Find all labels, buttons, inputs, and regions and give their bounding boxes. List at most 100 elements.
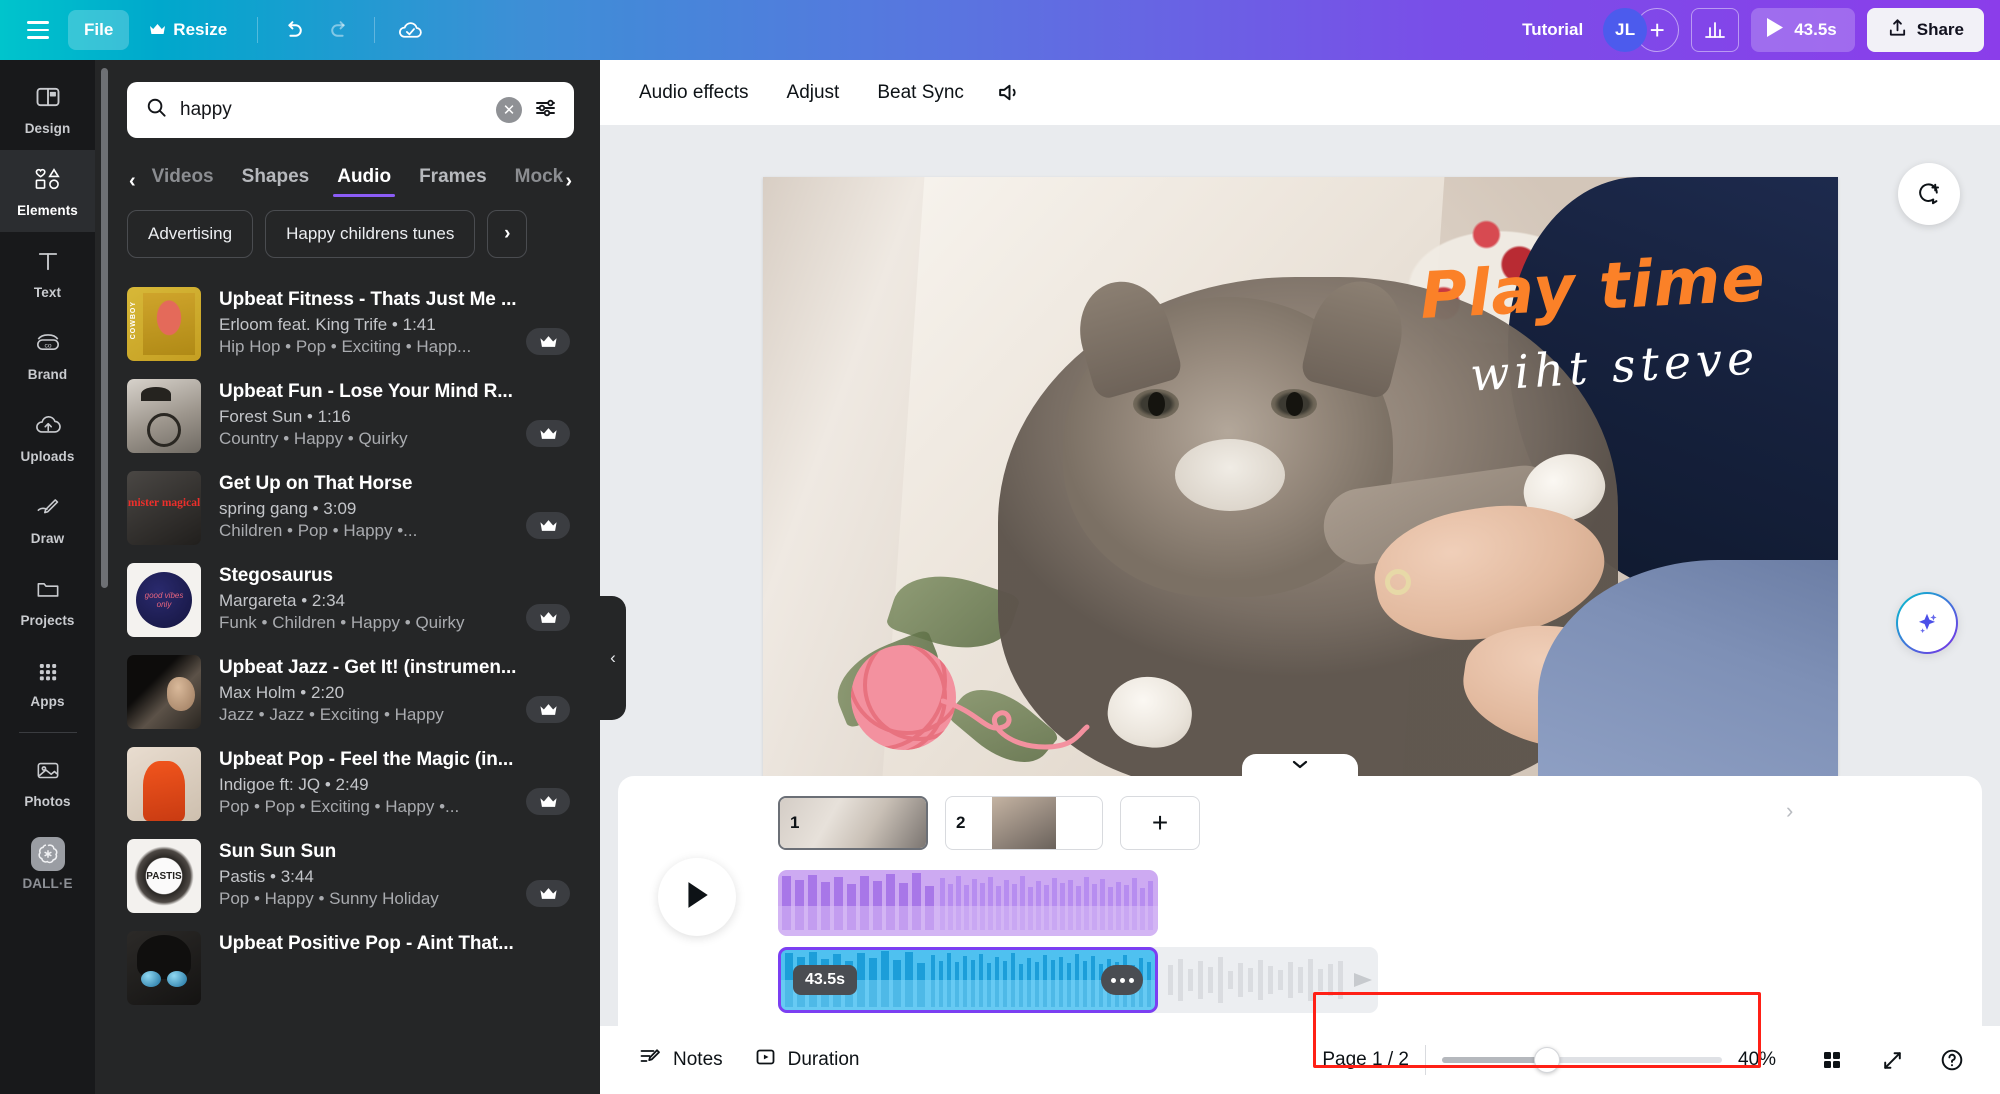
duration-label: Duration [787,1049,860,1070]
sidebar-item-text[interactable]: Text [0,232,95,314]
selected-audio-clip[interactable]: 43.5s [778,947,1158,1013]
hamburger-icon[interactable] [16,8,60,52]
sidebar-item-dalle[interactable]: DALL·E [0,823,95,905]
zoom-slider-knob[interactable] [1534,1047,1560,1073]
cloud-saved-icon[interactable] [389,9,431,51]
chip-happy-childrens-tunes[interactable]: Happy childrens tunes [265,210,476,258]
magic-sparkle-icon[interactable] [1896,592,1958,654]
fullscreen-icon[interactable] [1870,1038,1914,1082]
list-item[interactable]: good vibes only Stegosaurus Margareta • … [127,554,574,646]
track-tags: Pop • Happy • Sunny Holiday [219,889,439,908]
sidebar-item-label: Photos [24,793,71,809]
share-button[interactable]: Share [1866,8,1984,52]
file-menu-button[interactable]: File [68,10,130,50]
close-icon[interactable]: ✕ [496,97,522,123]
tab-shapes[interactable]: Shapes [228,160,324,202]
add-page-button[interactable]: + [1120,796,1200,850]
play-icon [1765,17,1784,43]
track-duration: 1:16 [317,407,351,426]
photo-ring [1384,569,1411,595]
chevron-right-icon[interactable]: › [563,170,574,193]
video-waveform-track[interactable] [778,870,1158,936]
timeline-play-button[interactable] [658,858,736,936]
chevron-left-icon[interactable]: ‹ [127,170,138,193]
upload-icon [1887,17,1908,43]
design-canvas[interactable]: Play time wiht steve [762,177,1838,790]
tab-frames[interactable]: Frames [405,160,501,202]
chevron-right-icon[interactable]: › [487,210,528,258]
track-duration: 1:41 [402,315,436,334]
list-item[interactable]: PASTIS Sun Sun Sun Pastis • 3:44 Pop • H… [127,830,574,922]
volume-icon[interactable] [988,71,1032,115]
sidebar-item-photos[interactable]: Photos [0,741,95,823]
sidebar-item-projects[interactable]: Projects [0,560,95,642]
notes-button[interactable]: Notes [626,1038,735,1082]
audio-track-row: 43.5s [778,947,1982,1017]
track-duration: 2:20 [310,683,345,702]
track-title: Upbeat Fun - Lose Your Mind R... [219,381,513,402]
photo-cat-pupil [1285,392,1303,416]
elements-panel: ✕ ‹ Videos Shapes Audio Frames Mockups [95,60,600,1094]
photo-cat-muzzle [1174,439,1285,511]
track-info: Upbeat Positive Pop - Aint That... [219,931,574,955]
sidebar-item-brand[interactable]: co Brand [0,314,95,396]
track-artist: Max Holm • 2:20 [219,683,345,702]
adjust-button[interactable]: Adjust [773,71,854,115]
sidebar-item-apps[interactable]: Apps [0,642,95,724]
list-item[interactable]: mister magical Get Up on That Horse spri… [127,462,574,554]
beat-sync-button[interactable]: Beat Sync [863,71,978,115]
sidebar-item-uploads[interactable]: Uploads [0,396,95,478]
audio-results-list: COWBOY Upbeat Fitness - Thats Just Me ..… [127,278,574,1094]
collapse-panel-button[interactable]: ‹ [600,596,626,720]
more-options-icon[interactable] [1101,965,1143,995]
add-comment-icon[interactable] [1898,163,1960,225]
redo-icon[interactable] [318,9,360,51]
filter-sliders-icon[interactable] [534,96,560,125]
zoom-slider[interactable] [1442,1047,1722,1073]
svg-text:co: co [44,342,51,349]
draw-icon [33,493,63,526]
tab-audio[interactable]: Audio [323,160,405,202]
bar-chart-icon[interactable] [1691,8,1740,52]
album-art [127,747,201,821]
list-item[interactable]: Upbeat Pop - Feel the Magic (in... Indig… [127,738,574,830]
collapse-timeline-button[interactable] [1242,754,1358,778]
duration-button[interactable]: Duration [741,1038,872,1082]
editor-body: Design Elements Text co Brand Uploads Dr… [0,60,2000,1094]
list-item[interactable]: Upbeat Jazz - Get It! (instrumen... Max … [127,646,574,738]
tutorial-button[interactable]: Tutorial [1514,20,1591,40]
chip-advertising[interactable]: Advertising [127,210,254,258]
top-toolbar: File Resize Tutorial JL + 43.5s Share [0,0,2000,60]
sidebar-item-draw[interactable]: Draw [0,478,95,560]
undo-icon[interactable] [272,9,314,51]
search-icon [145,96,168,124]
list-item[interactable]: Upbeat Positive Pop - Aint That... [127,922,574,1014]
tab-mockups[interactable]: Mockups [501,160,564,202]
search-input[interactable] [180,99,484,121]
list-item[interactable]: Upbeat Fun - Lose Your Mind R... Forest … [127,370,574,462]
page-thumbnail-2[interactable]: 2 [945,796,1103,850]
sidebar-item-elements[interactable]: Elements [0,150,95,232]
audio-effects-button[interactable]: Audio effects [625,71,763,115]
collaborators: JL + [1603,8,1680,52]
album-art [127,931,201,1005]
sidebar-item-design[interactable]: Design [0,68,95,150]
album-art: good vibes only [127,563,201,637]
duration-icon [753,1045,778,1075]
resize-button[interactable]: Resize [133,10,243,50]
zoom-slider-fill [1442,1057,1547,1063]
list-item[interactable]: COWBOY Upbeat Fitness - Thats Just Me ..… [127,278,574,370]
grid-view-icon[interactable] [1810,1038,1854,1082]
projects-icon [33,575,63,608]
left-rail: Design Elements Text co Brand Uploads Dr… [0,60,95,1094]
preview-play-button[interactable]: 43.5s [1751,8,1855,52]
artist-name: Indigoe ft: JQ [219,775,321,794]
avatar[interactable]: JL [1603,8,1648,52]
help-icon[interactable] [1930,1038,1974,1082]
chevron-right-icon[interactable]: › [1786,798,1793,824]
sidebar-item-label: Apps [30,693,65,709]
panel-scrollbar[interactable] [101,68,108,588]
page-thumbnail-1[interactable]: 1 [778,796,928,850]
tab-videos[interactable]: Videos [138,160,228,202]
track-artist: Forest Sun • 1:16 [219,407,351,426]
